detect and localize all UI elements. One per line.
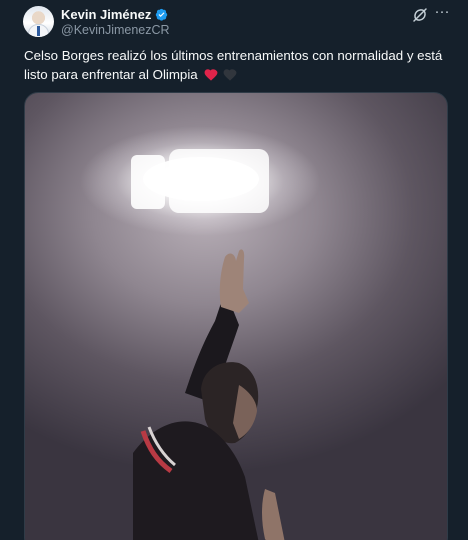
red-heart-icon (204, 69, 218, 81)
author-avatar[interactable] (23, 6, 54, 37)
more-options-icon[interactable]: ··· (433, 4, 451, 23)
author-handle[interactable]: @KevinJimenezCR (61, 23, 170, 37)
stadium-light-panel (131, 155, 165, 209)
tweet-card: Kevin Jiménez @KevinJimenezCR ··· Celso … (0, 0, 468, 540)
avatar-tie (37, 26, 40, 36)
black-heart-icon (223, 69, 237, 81)
tweet-text-block: Celso Borges realizó los últimos entrena… (24, 46, 449, 84)
player-silhouette (133, 249, 285, 540)
verified-badge-icon (156, 8, 168, 21)
author-name-row: Kevin Jiménez (61, 7, 168, 22)
photo-scene (131, 149, 285, 540)
grok-icon[interactable] (411, 6, 429, 24)
tweet-photo[interactable] (24, 92, 448, 540)
author-display-name[interactable]: Kevin Jiménez (61, 7, 151, 22)
stadium-light-panel (169, 149, 269, 213)
